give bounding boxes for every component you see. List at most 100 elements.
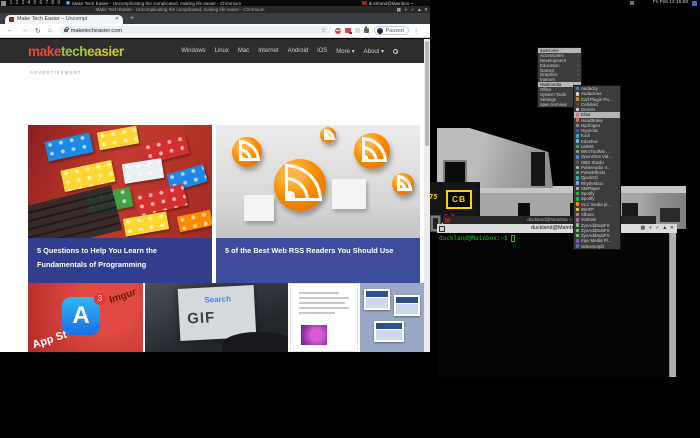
submenu-item-label: Spotify [581,196,618,201]
app-icon [576,113,579,116]
ontop-icon[interactable]: ▲ [662,224,667,233]
url-text[interactable]: maketecheasier.com [71,28,321,34]
chromium-titlebar[interactable]: Make Tech Easier - Uncomplicating the co… [0,6,430,13]
floating-icon[interactable]: ▦ [641,224,646,233]
scene-window [531,152,545,186]
nav-link[interactable]: Internet [258,48,278,54]
nav-link[interactable]: More ▾ [336,48,354,55]
multimedia-submenu: Audacity Audacious Calf Plugin Pa... Cel… [573,85,621,250]
terminal-back-title: duckland@Mainbox ~ [443,217,656,222]
app-icon [576,208,579,211]
desktop: 123456789 Make Tech Easier - Uncomplicat… [0,0,700,438]
imgur-text: Imgur [108,287,138,306]
submenu-item-label: Hydrogen [581,123,618,128]
nav-link[interactable]: Linux [215,48,229,54]
hand-decor [222,332,288,352]
app-icon [576,97,579,100]
tasklist-entry-chromium[interactable]: Make Tech Easier - Uncomplicating the co… [72,1,354,6]
terminal-window[interactable]: duckland@Mainbox:~ ▦ ＋ ✓ ▲ ✕ duckland@Ma… [437,224,677,378]
terminal-titlebar[interactable]: duckland@Mainbox:~ ▦ ＋ ✓ ▲ ✕ [437,224,677,233]
submenu-item[interactable]: videomorph [574,244,620,249]
app-icon [576,124,579,127]
app-icon [576,118,579,121]
tab-strip: Make Tech Easier – Uncompl ✕ + [0,13,430,24]
submenu-item-label: Audacious [581,91,618,96]
maximize-icon[interactable]: ＋ [648,224,653,233]
article-title-bar: 5 of the Best Web RSS Readers You Should… [216,238,420,283]
search-icon[interactable] [393,49,398,54]
article-title-bar: 5 Questions to Help You Learn the Fundam… [28,238,212,283]
reload-icon[interactable]: ↻ [35,27,41,35]
nav-link[interactable]: About ▾ [364,48,384,55]
disabled-extension-icon[interactable] [355,28,360,33]
extension-icon[interactable] [345,28,351,34]
new-tab-button[interactable]: + [130,15,134,22]
chromium-task-icon[interactable] [66,1,71,6]
floating-icon[interactable]: ▦ [397,6,401,13]
ontop-icon[interactable]: ▲ [417,6,422,13]
thumb-site-collage[interactable] [360,283,424,352]
submenu-item-label: Deezer [581,107,618,112]
tasklist-entry-terminal[interactable]: duckland@Mainbox ~ [369,1,413,6]
submenu-item-label: Calf Plugin Pa... [581,97,618,102]
page-scrollbar-thumb[interactable] [425,41,429,146]
thumb-app-store[interactable]: Imgur A 3 App St [28,283,143,352]
home-icon[interactable]: ⌂ [48,27,52,34]
submenu-item-label: PulseAudio V... [581,165,618,170]
address-bar[interactable]: maketecheasier.com ☆ [59,26,331,36]
close-icon[interactable]: ✕ [670,224,674,233]
article-image-rss [216,125,420,238]
tab-close-icon[interactable]: ✕ [115,16,119,22]
tab-make-tech-easier[interactable]: Make Tech Easier – Uncompl ✕ [5,15,123,25]
terminal-cursor [511,235,515,242]
cb-display: CB [446,190,472,209]
maximize-icon[interactable]: ＋ [404,6,409,13]
article-card-programming[interactable]: 5 Questions to Help You Learn the Fundam… [28,125,212,283]
top-bar-right: Fri Feb 12 15:58 [430,0,700,6]
submenu-item-label: Spotify [581,191,618,196]
lock-icon [64,29,68,32]
submenu-item-label: ZynAddSubFX [581,223,618,228]
nav-link[interactable]: Android [288,48,309,54]
app-icon [576,187,579,190]
article-title[interactable]: 5 Questions to Help You Learn the Fundam… [37,244,203,271]
forward-icon[interactable]: → [21,27,28,34]
app-icon [576,166,579,169]
awesome-launcher-icon[interactable] [1,1,6,6]
thumb-article-page[interactable] [290,283,358,352]
nav-link[interactable]: Windows [181,48,205,54]
app-icon [576,129,579,132]
sticky-icon[interactable]: ✓ [655,224,659,233]
terminal-back-titlebar[interactable]: duckland@Mainbox ~ [443,216,656,224]
app-icon [576,218,579,221]
extensions-puzzle-icon[interactable] [364,28,370,34]
page-scrollbar[interactable] [424,39,430,352]
browser-menu-icon[interactable]: ⋮ [413,27,420,35]
article-card-rss[interactable]: 5 of the Best Web RSS Readers You Should… [216,125,420,283]
workspace-tag[interactable]: 9 [56,0,62,6]
adblock-extension-icon[interactable] [335,28,341,34]
app-icon [576,160,579,163]
submenu-item-label: ZynAddSubFX [581,228,618,233]
article-title[interactable]: 5 of the Best Web RSS Readers You Should… [225,244,411,258]
sync-paused-button[interactable]: Paused [374,26,409,35]
app-icon [576,192,579,195]
shell-prompt: duckland@Mainbox:~$ [439,235,508,242]
terminal-scrollbar[interactable] [669,233,676,377]
workspace-tags: 123456789 [8,0,62,6]
sticky-icon[interactable]: ✓ [411,6,415,13]
terminal-content[interactable]: duckland@Mainbox:~$ [439,235,515,242]
site-logo[interactable]: maketecheasier [28,44,124,59]
terminal-task-icon[interactable] [362,1,367,6]
thumb-gif-search[interactable]: Search GIF [145,283,288,352]
nav-link[interactable]: iOS [317,48,327,54]
app-icon [576,150,579,153]
nav-link[interactable]: Mac [238,48,249,54]
tray-icon[interactable] [692,1,697,6]
clock: Fri Feb 12 15:58 [653,0,688,6]
back-icon[interactable]: ← [7,27,14,34]
submenu-item-label: Elisa [581,112,618,117]
close-icon[interactable]: ✕ [424,6,428,13]
bookmark-star-icon[interactable]: ☆ [321,28,326,34]
app-icon [576,103,579,106]
